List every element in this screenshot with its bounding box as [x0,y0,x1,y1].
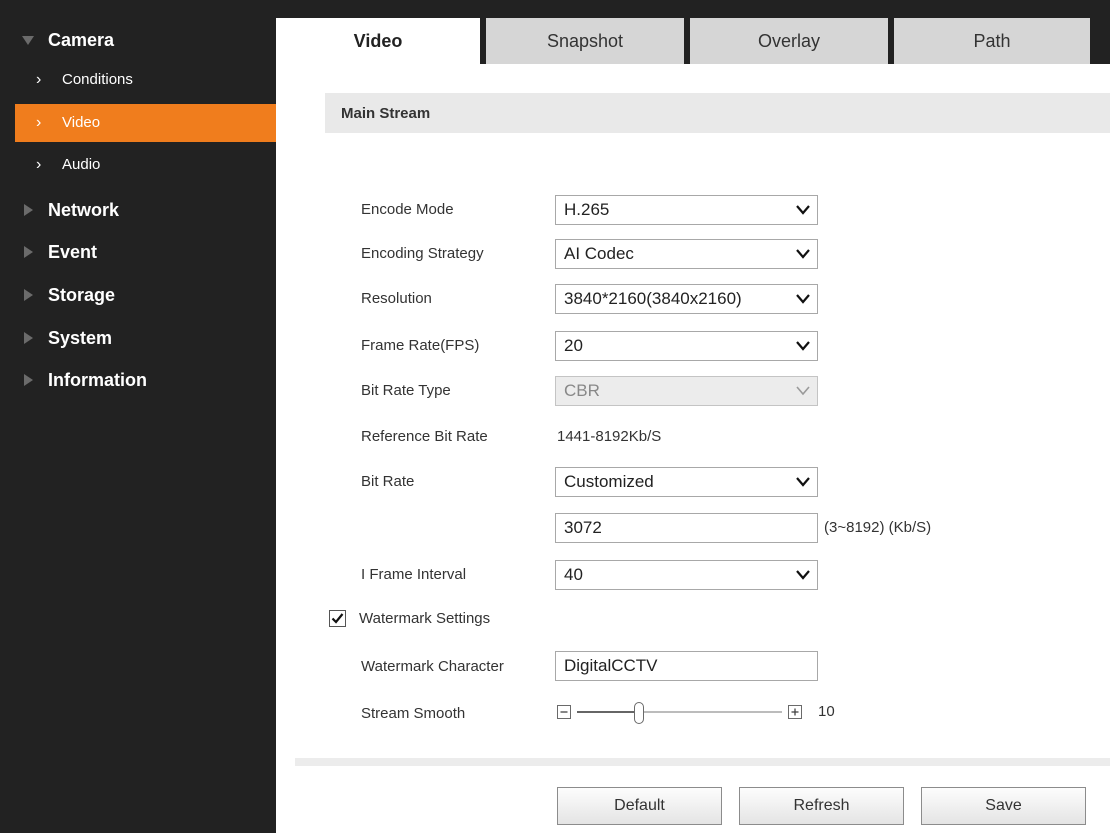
i-frame-interval-select[interactable]: 40 [555,560,818,590]
resolution-select[interactable]: 3840*2160(3840x2160) [555,284,818,314]
select-value: CBR [564,381,600,400]
tab-snapshot[interactable]: Snapshot [480,18,684,64]
slider-thumb[interactable] [633,702,644,724]
frame-rate-select[interactable]: 20 [555,331,818,361]
i-frame-interval-label: I Frame Interval [361,566,467,583]
tab-overlay[interactable]: Overlay [684,18,888,64]
watermark-character-label: Watermark Character [361,658,504,675]
chevron-down-icon [796,341,810,351]
sidebar-section-system[interactable]: System [0,318,276,358]
checkmark-icon [331,613,344,624]
section-title: Main Stream [341,104,431,122]
encoding-strategy-label: Encoding Strategy [361,245,484,262]
refresh-button[interactable]: Refresh [739,787,904,825]
triangle-right-icon [24,246,33,258]
encode-mode-select[interactable]: H.265 [555,195,818,225]
bit-rate-select[interactable]: Customized [555,467,818,497]
resolution-label: Resolution [361,290,432,307]
triangle-right-icon [24,374,33,386]
sidebar-section-camera[interactable]: Camera [0,20,276,60]
reference-bit-rate-value: 1441-8192Kb/S [557,428,662,445]
watermark-character-input[interactable] [555,651,818,681]
bit-rate-input[interactable] [555,513,818,543]
sidebar-item-label: Video [62,114,101,131]
sidebar-section-label: Network [48,199,120,220]
watermark-checkbox[interactable] [329,610,346,627]
bit-rate-type-label: Bit Rate Type [361,382,451,399]
chevron-down-icon [796,249,810,259]
select-value: 3840*2160(3840x2160) [564,289,742,308]
bit-rate-type-select: CBR [555,376,818,406]
slider-increase-button[interactable] [788,705,802,719]
stream-smooth-slider: 10 [555,701,855,727]
sidebar-section-information[interactable]: Information [0,360,276,400]
select-value: AI Codec [564,244,634,263]
sidebar-section-label: Event [48,241,98,262]
sidebar-section-event[interactable]: Event [0,232,276,272]
sidebar-section-label: Storage [48,284,116,305]
chevron-right-icon: › [36,71,42,88]
triangle-right-icon [24,204,33,216]
triangle-right-icon [24,332,33,344]
sidebar-item-conditions[interactable]: › Conditions [0,61,276,99]
section-header-main-stream: Main Stream [325,93,1110,133]
chevron-down-icon [796,386,810,396]
watermark-settings-label: Watermark Settings [359,610,491,627]
reference-bit-rate-label: Reference Bit Rate [361,428,488,445]
sidebar-section-network[interactable]: Network [0,190,276,230]
select-value: H.265 [564,200,610,219]
sidebar-item-video[interactable]: › Video [15,104,276,142]
bit-rate-range-hint: (3~8192) (Kb/S) [824,519,932,536]
plus-icon [791,708,799,716]
chevron-right-icon: › [36,114,42,131]
chevron-right-icon: › [36,156,42,173]
encode-mode-label: Encode Mode [361,201,454,218]
sidebar: Camera › Conditions › Video › Audio Netw… [0,0,276,833]
sidebar-section-label: System [48,327,113,348]
frame-rate-label: Frame Rate(FPS) [361,337,480,354]
minus-icon [560,711,568,713]
tab-bar-end [1090,18,1110,64]
select-value: 20 [564,336,583,355]
sidebar-item-label: Conditions [62,71,133,88]
encoding-strategy-select[interactable]: AI Codec [555,239,818,269]
triangle-down-icon [22,36,34,45]
chevron-down-icon [796,477,810,487]
tab-video[interactable]: Video [276,18,480,64]
tab-path[interactable]: Path [888,18,1090,64]
sidebar-section-label: Camera [48,29,115,50]
stream-smooth-value: 10 [818,703,835,720]
sidebar-section-label: Information [48,369,147,390]
slider-decrease-button[interactable] [557,705,571,719]
slider-fill [577,711,639,713]
sidebar-section-storage[interactable]: Storage [0,275,276,315]
triangle-right-icon [24,289,33,301]
sidebar-item-audio[interactable]: › Audio [0,146,276,184]
default-button[interactable]: Default [557,787,722,825]
slider-track[interactable] [577,711,782,713]
bit-rate-label: Bit Rate [361,473,415,490]
footer-divider [295,758,1110,766]
page: Camera › Conditions › Video › Audio Netw… [0,0,1110,833]
sidebar-item-label: Audio [62,156,101,173]
chevron-down-icon [796,570,810,580]
select-value: 40 [564,565,583,584]
select-value: Customized [564,472,654,491]
stream-smooth-label: Stream Smooth [361,705,466,722]
top-strip [276,0,1110,18]
chevron-down-icon [796,205,810,215]
save-button[interactable]: Save [921,787,1086,825]
chevron-down-icon [796,294,810,304]
